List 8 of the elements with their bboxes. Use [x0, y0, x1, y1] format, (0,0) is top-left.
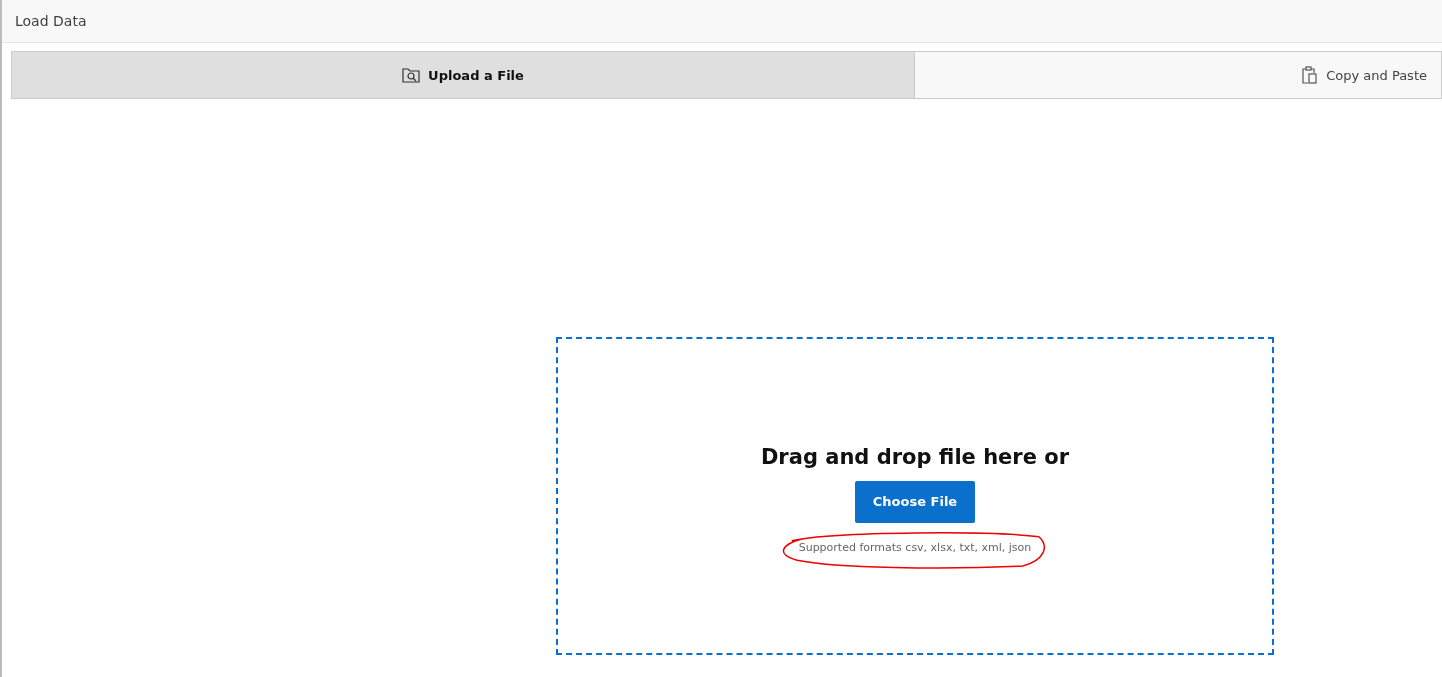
choose-file-button[interactable]: Choose File	[855, 480, 975, 523]
clipboard-icon	[1302, 66, 1319, 84]
folder-search-icon	[402, 67, 421, 83]
supported-formats-hint: Supported formats csv, xlsx, txt, xml, json	[798, 540, 1032, 554]
drop-heading: Drag and drop file here or	[760, 444, 1070, 469]
tab[interactable]: Upload a File	[11, 51, 915, 99]
page-title: Load Data	[15, 13, 87, 29]
tab[interactable]: Copy and Paste	[915, 51, 1442, 99]
